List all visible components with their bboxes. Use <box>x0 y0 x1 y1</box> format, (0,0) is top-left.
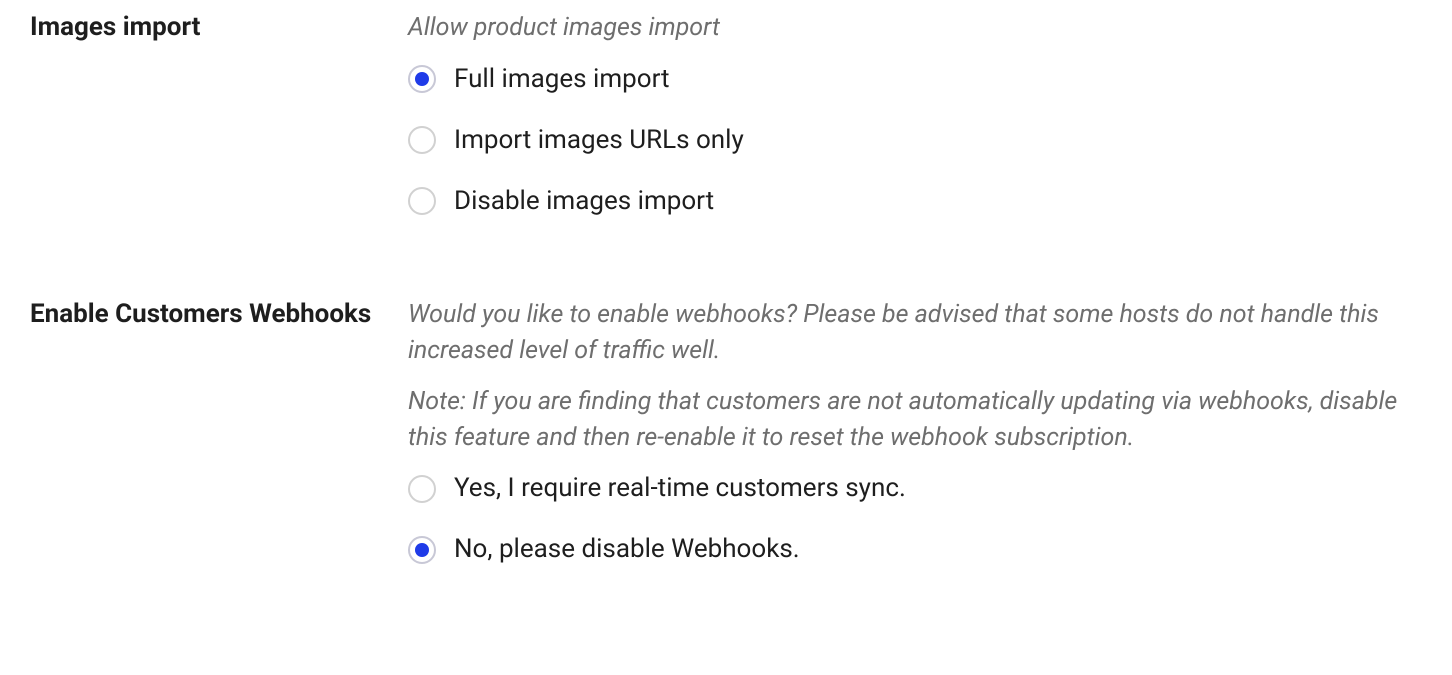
radio-icon <box>408 536 436 564</box>
radio-disable-images-import[interactable]: Disable images import <box>408 186 1422 217</box>
radio-icon <box>408 65 436 93</box>
customers-webhooks-description-1: Would you like to enable webhooks? Pleas… <box>408 297 1422 368</box>
setting-content-customers-webhooks: Would you like to enable webhooks? Pleas… <box>408 297 1422 565</box>
radio-icon <box>408 126 436 154</box>
radio-full-images-import[interactable]: Full images import <box>408 64 1422 95</box>
customers-webhooks-radio-group: Yes, I require real-time customers sync.… <box>408 473 1422 565</box>
radio-label: Disable images import <box>454 186 714 217</box>
setting-label-images-import: Images import <box>30 10 408 45</box>
radio-label: Full images import <box>454 64 670 95</box>
images-import-description: Allow product images import <box>408 10 1422 46</box>
radio-icon <box>408 475 436 503</box>
images-import-radio-group: Full images import Import images URLs on… <box>408 64 1422 218</box>
setting-label-customers-webhooks: Enable Customers Webhooks <box>30 297 408 332</box>
radio-webhooks-yes[interactable]: Yes, I require real-time customers sync. <box>408 473 1422 504</box>
radio-webhooks-no[interactable]: No, please disable Webhooks. <box>408 534 1422 565</box>
setting-row-customers-webhooks: Enable Customers Webhooks Would you like… <box>30 297 1422 565</box>
radio-icon <box>408 187 436 215</box>
setting-content-images-import: Allow product images import Full images … <box>408 10 1422 217</box>
radio-import-images-urls-only[interactable]: Import images URLs only <box>408 125 1422 156</box>
radio-label: Yes, I require real-time customers sync. <box>454 473 906 504</box>
customers-webhooks-description-2: Note: If you are finding that customers … <box>408 384 1422 455</box>
setting-row-images-import: Images import Allow product images impor… <box>30 10 1422 217</box>
radio-label: Import images URLs only <box>454 125 744 156</box>
radio-label: No, please disable Webhooks. <box>454 534 800 565</box>
